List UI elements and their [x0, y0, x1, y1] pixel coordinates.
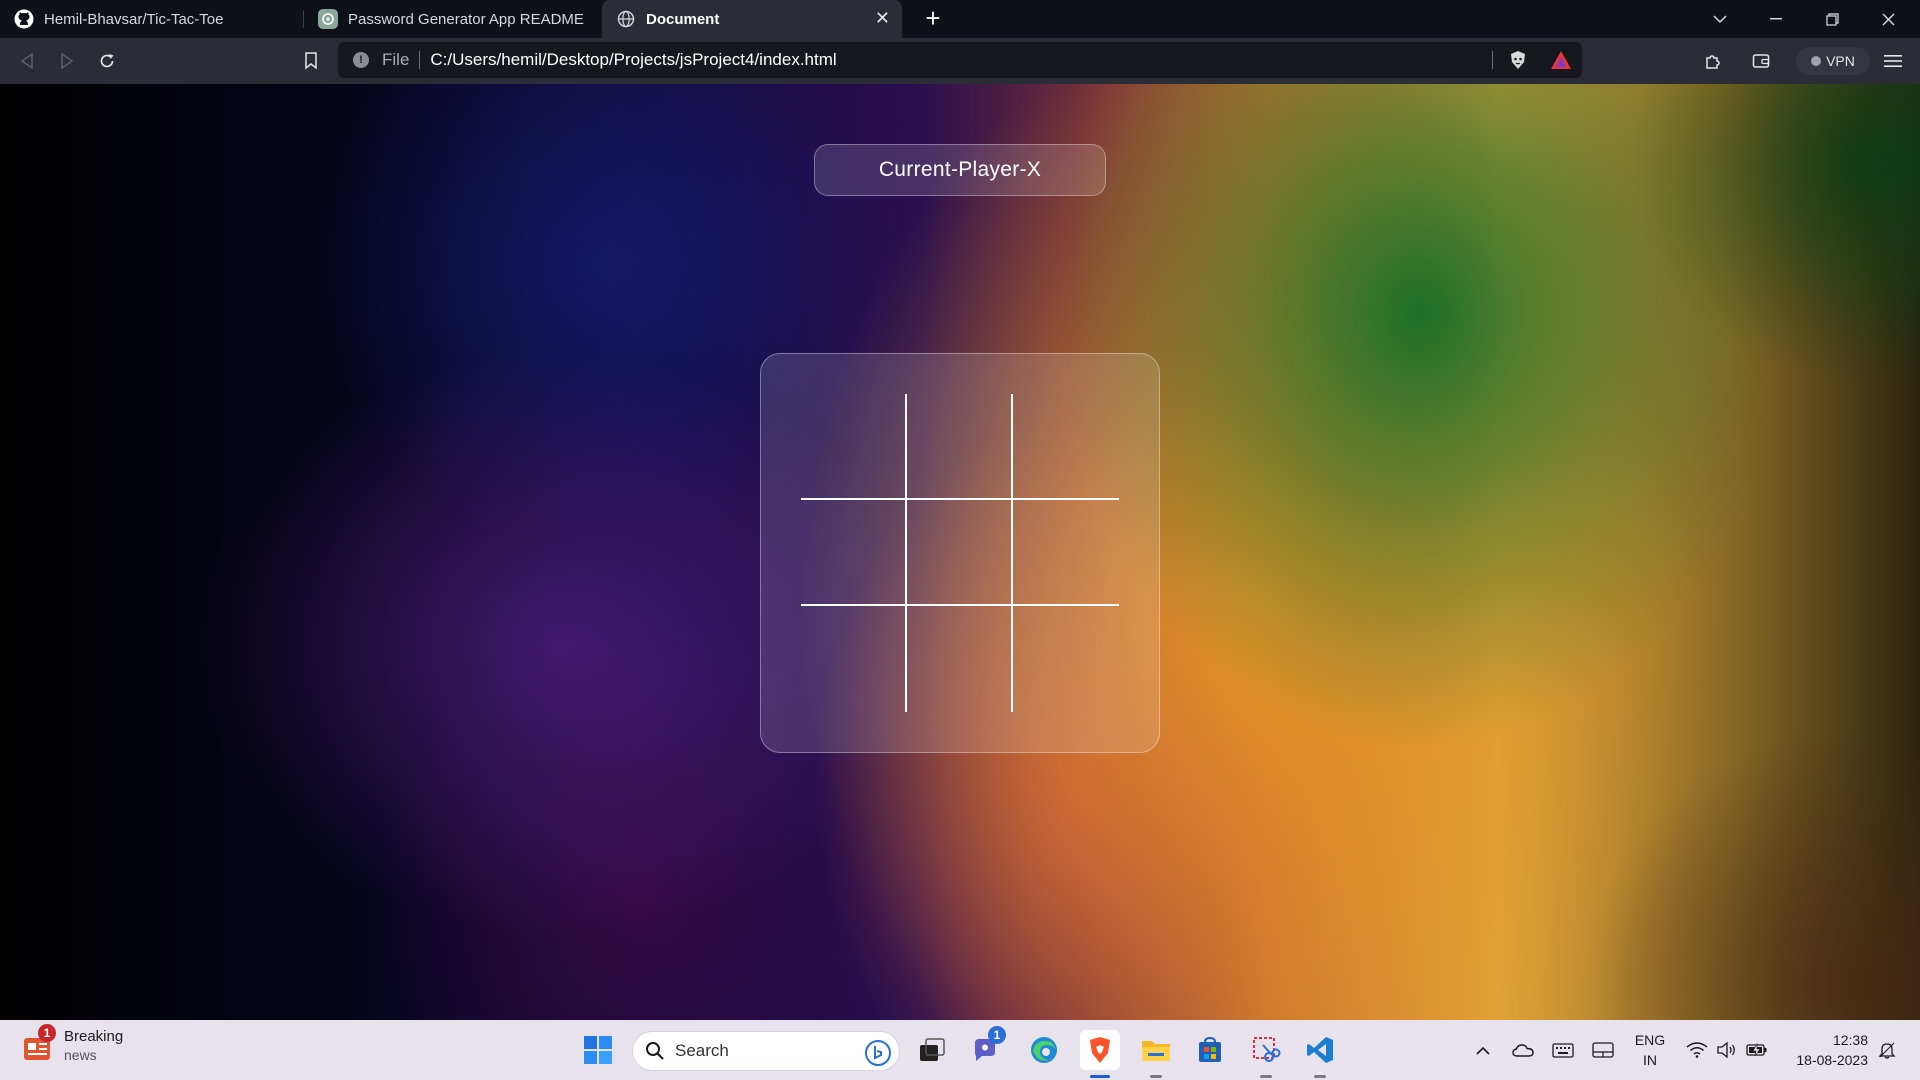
clock-date: 18-08-2023 [1796, 1052, 1868, 1068]
board-cell[interactable] [1013, 606, 1119, 712]
windows-taskbar: 1 Breaking news Search 1 ENG IN 12:38 18… [0, 1020, 1920, 1080]
game-board [760, 353, 1160, 753]
news-widget[interactable]: 1 Breaking news [20, 1024, 124, 1064]
tab-document[interactable]: Document ✕ [602, 0, 902, 38]
site-info-icon[interactable]: ! [353, 52, 369, 68]
news-title: Breaking [64, 1028, 124, 1045]
search-label: Search [675, 1041, 729, 1060]
address-bar[interactable]: ! File C:/Users/hemil/Desktop/Projects/j… [338, 42, 1582, 78]
tab-password-generator[interactable]: Password Generator App README [304, 0, 602, 38]
bing-icon[interactable] [865, 1040, 891, 1066]
close-window-icon[interactable] [1860, 0, 1916, 38]
keyboard-icon[interactable] [1548, 1020, 1578, 1080]
input-language-indicator[interactable]: ENG IN [1630, 1030, 1670, 1070]
board-cell[interactable] [801, 394, 907, 500]
url-shields-divider [1492, 51, 1493, 69]
vpn-label: VPN [1826, 53, 1855, 69]
tab-list-dropdown-icon[interactable] [1692, 0, 1748, 38]
brave-browser-icon[interactable] [1080, 1030, 1120, 1078]
taskbar-search[interactable]: Search [632, 1031, 900, 1071]
tab-title: Password Generator App README [348, 10, 584, 28]
browser-toolbar: ! File C:/Users/hemil/Desktop/Projects/j… [0, 38, 1920, 84]
menu-icon[interactable] [1878, 46, 1908, 76]
url-divider [419, 51, 421, 69]
bookmark-icon[interactable] [296, 46, 326, 76]
extensions-icon[interactable] [1698, 46, 1728, 76]
taskbar-active-indicator [1090, 1075, 1110, 1078]
browser-tab-strip: Hemil-Bhavsar/Tic-Tac-Toe Password Gener… [0, 0, 1920, 38]
edge-icon[interactable] [1024, 1030, 1064, 1070]
board-cell[interactable] [907, 500, 1013, 606]
url-scheme-label: File [382, 50, 410, 69]
board-cell[interactable] [1013, 500, 1119, 606]
show-hidden-icons-icon[interactable] [1470, 1020, 1496, 1080]
teams-badge: 1 [988, 1026, 1006, 1044]
wallet-icon[interactable] [1746, 46, 1776, 76]
new-tab-button[interactable]: + [918, 4, 948, 34]
language-code: ENG [1634, 1032, 1666, 1048]
teams-chat-icon[interactable]: 1 [966, 1026, 1006, 1070]
taskbar-clock[interactable]: 12:38 18-08-2023 [1782, 1030, 1868, 1070]
restore-icon[interactable] [1804, 0, 1860, 38]
reload-icon[interactable] [92, 46, 122, 76]
touchpad-icon[interactable] [1588, 1020, 1618, 1080]
forward-icon[interactable] [52, 46, 82, 76]
tab-title: Hemil-Bhavsar/Tic-Tac-Toe [44, 10, 224, 28]
task-view-icon[interactable] [912, 1030, 952, 1070]
clock-time: 12:38 [1832, 1032, 1868, 1048]
board-cell[interactable] [801, 606, 907, 712]
snipping-tool-icon[interactable] [1246, 1030, 1286, 1078]
language-region: IN [1643, 1052, 1657, 1068]
tab-title: Document [646, 10, 720, 28]
news-badge: 1 [38, 1024, 56, 1042]
board-cell[interactable] [907, 394, 1013, 500]
globe-icon [616, 9, 636, 29]
brave-shields-icon[interactable] [1508, 50, 1528, 75]
brave-rewards-icon[interactable] [1550, 50, 1572, 75]
url-text[interactable]: C:/Users/hemil/Desktop/Projects/jsProjec… [430, 50, 836, 70]
board-cell[interactable] [907, 606, 1013, 712]
vpn-button[interactable]: VPN [1796, 47, 1870, 75]
taskbar-running-indicator [1314, 1075, 1326, 1078]
tab-github[interactable]: Hemil-Bhavsar/Tic-Tac-Toe [0, 0, 304, 38]
page-viewport: Current-Player-X [0, 84, 1920, 1020]
board-grid [801, 394, 1119, 712]
minimize-icon[interactable] [1748, 0, 1804, 38]
battery-icon[interactable] [1742, 1020, 1772, 1080]
start-button-icon[interactable] [578, 1030, 618, 1070]
taskbar-running-indicator [1260, 1075, 1272, 1078]
back-icon[interactable] [12, 46, 42, 76]
close-tab-icon[interactable]: ✕ [875, 8, 890, 29]
file-explorer-icon[interactable] [1136, 1030, 1176, 1078]
github-icon [14, 9, 34, 29]
search-icon [645, 1041, 665, 1061]
volume-icon[interactable] [1712, 1020, 1742, 1080]
onedrive-icon[interactable] [1508, 1020, 1538, 1080]
notifications-icon[interactable] [1872, 1020, 1902, 1080]
chatgpt-icon [318, 9, 338, 29]
vscode-icon[interactable] [1300, 1030, 1340, 1078]
news-subtitle: news [64, 1047, 97, 1063]
taskbar-running-indicator [1150, 1075, 1162, 1078]
current-player-label: Current-Player-X [814, 144, 1106, 196]
news-widget-icon: 1 [20, 1024, 56, 1064]
board-cell[interactable] [1013, 394, 1119, 500]
wifi-icon[interactable] [1682, 1020, 1712, 1080]
vpn-status-icon [1811, 56, 1822, 66]
microsoft-store-icon[interactable] [1190, 1030, 1230, 1070]
board-cell[interactable] [801, 500, 907, 606]
